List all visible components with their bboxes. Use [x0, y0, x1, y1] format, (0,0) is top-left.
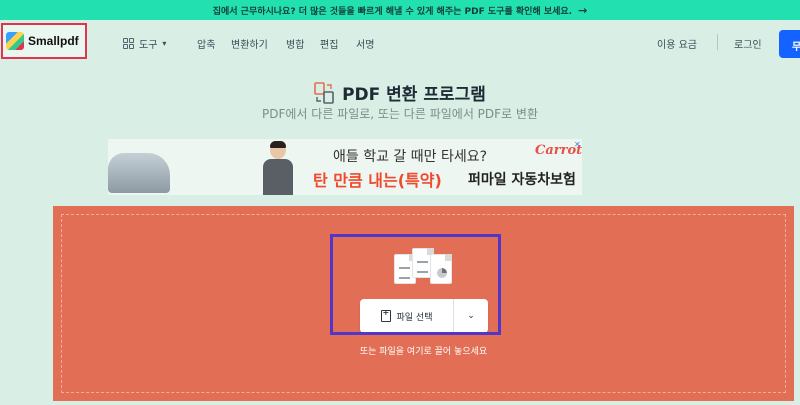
nav-convert[interactable]: 변환하기: [231, 36, 268, 51]
nav-edit[interactable]: 편집: [320, 36, 338, 51]
promo-banner-text: 집에서 근무하시나요? 더 많은 것들을 빠르게 해낼 수 있게 해주는 PDF…: [212, 6, 573, 17]
arrow-right-icon: →: [578, 3, 588, 17]
ad-close-icon[interactable]: ✕: [574, 140, 581, 149]
smallpdf-logo[interactable]: Smallpdf: [1, 23, 87, 59]
page-title-row: PDF 변환 프로그램: [0, 80, 800, 105]
login-link[interactable]: 로그인: [734, 36, 762, 51]
logo-text: Smallpdf: [28, 34, 79, 48]
chevron-down-icon: ▾: [162, 39, 167, 48]
ad-offer: 탄 만큼 내는(특약): [313, 171, 442, 190]
person-image: [258, 141, 298, 195]
tools-menu-button[interactable]: 도구 ▾: [123, 36, 166, 51]
page-subtitle: PDF에서 다른 파일로, 또는 다른 파일에서 PDF로 변환: [262, 107, 538, 121]
smallpdf-logo-icon: [6, 32, 24, 50]
ad-product: 퍼마일 자동차보험: [468, 172, 576, 188]
nav-divider: [717, 34, 718, 50]
nav-compress[interactable]: 압축: [197, 36, 215, 51]
drop-hint-text: 또는 파일을 여기로 끌어 놓으세요: [359, 347, 488, 357]
grid-icon: [123, 38, 134, 49]
car-image: [108, 153, 170, 193]
convert-icon: [314, 81, 334, 104]
focus-highlight: [330, 234, 501, 335]
top-navigation: Smallpdf 도구 ▾ 압축 변환하기 병합 편집 서명 이용 요금 로그인…: [0, 20, 800, 66]
tools-label: 도구: [139, 40, 158, 51]
promo-banner[interactable]: 집에서 근무하시나요? 더 많은 것들을 빠르게 해낼 수 있게 해주는 PDF…: [0, 0, 800, 20]
page-title: PDF 변환 프로그램: [342, 85, 486, 105]
advertisement-banner[interactable]: 애들 학교 갈 때만 타세요? 탄 만큼 내는(특약) 퍼마일 자동차보험 Ca…: [108, 139, 582, 195]
signup-button[interactable]: 무: [779, 30, 800, 58]
nav-merge[interactable]: 병합: [286, 36, 304, 51]
ad-headline: 애들 학교 갈 때만 타세요?: [333, 149, 488, 165]
pricing-link[interactable]: 이용 요금: [657, 36, 697, 51]
nav-sign[interactable]: 서명: [356, 36, 374, 51]
